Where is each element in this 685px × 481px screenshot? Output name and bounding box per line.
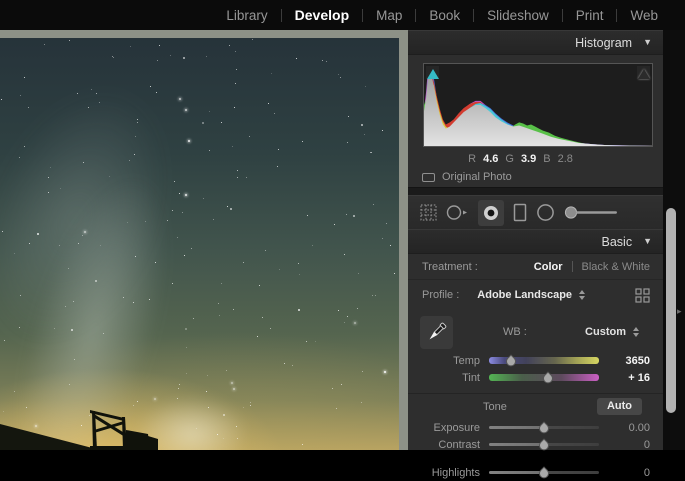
photo-frame-icon xyxy=(422,173,435,182)
highlight-clipping-triangle-icon xyxy=(638,69,650,79)
contrast-value[interactable]: 0 xyxy=(608,439,650,451)
exposure-slider-track[interactable] xyxy=(489,426,599,429)
original-photo-row[interactable]: Original Photo xyxy=(408,167,663,187)
collapse-triangle-icon[interactable]: ▼ xyxy=(643,38,652,47)
night-sky-photo[interactable] xyxy=(0,38,399,450)
temp-slider-row: Temp 3650 xyxy=(408,352,663,369)
histogram-graph[interactable] xyxy=(423,63,653,147)
red-eye-tool-icon[interactable] xyxy=(478,200,504,226)
b-value: 2.8 xyxy=(558,153,573,165)
contrast-slider-row: Contrast 0 xyxy=(408,436,663,453)
profile-label: Profile : xyxy=(422,289,459,301)
temp-value[interactable]: 3650 xyxy=(608,355,650,367)
tone-label: Tone xyxy=(483,401,507,413)
highlights-label[interactable]: Highlights xyxy=(424,467,480,479)
r-label: R xyxy=(468,153,476,165)
panel-scrollbar: ▸ xyxy=(663,30,685,450)
radial-filter-tool-icon[interactable] xyxy=(536,203,555,222)
wb-eyedropper-button[interactable] xyxy=(420,316,453,349)
spot-removal-tool-icon[interactable] xyxy=(446,204,469,221)
nav-slideshow[interactable]: Slideshow xyxy=(474,8,562,23)
nav-web[interactable]: Web xyxy=(617,8,671,23)
nav-develop[interactable]: Develop xyxy=(282,7,362,23)
tint-slider-track[interactable] xyxy=(489,374,599,381)
highlight-clipping-indicator[interactable] xyxy=(637,66,650,79)
tint-slider-knob[interactable] xyxy=(541,371,555,385)
basic-panel-header[interactable]: Basic ▼ xyxy=(408,229,663,254)
exposure-slider-row: Exposure 0.00 xyxy=(408,419,663,436)
tone-section-header: Tone Auto xyxy=(408,393,663,419)
scrollbar-thumb[interactable] xyxy=(666,208,676,413)
popup-caret-icon[interactable] xyxy=(633,327,639,337)
rgb-readout: R 4.6 G 3.9 B 2.8 xyxy=(408,150,633,167)
popup-caret-icon[interactable] xyxy=(579,290,585,300)
highlights-slider-row: Highlights 0 xyxy=(408,464,663,481)
highlights-slider-knob[interactable] xyxy=(537,466,551,480)
adjustment-brush-tool-icon[interactable] xyxy=(564,205,619,220)
nav-book[interactable]: Book xyxy=(416,8,473,23)
profile-browser-grid-icon[interactable] xyxy=(635,288,650,303)
develop-right-panel: Histogram ▼ R 4.6 G 3.9 B 2.8 xyxy=(408,30,663,450)
histogram-panel-header[interactable]: Histogram ▼ xyxy=(408,30,663,55)
tint-slider-row: Tint + 16 xyxy=(408,369,663,386)
collapse-triangle-icon[interactable]: ▼ xyxy=(643,237,652,246)
wb-label: WB : xyxy=(503,326,527,338)
g-label: G xyxy=(505,153,514,165)
profile-value-dropdown[interactable]: Adobe Landscape xyxy=(477,289,572,301)
shadow-clipping-triangle-icon xyxy=(427,69,439,79)
exposure-value[interactable]: 0.00 xyxy=(608,422,650,434)
treatment-row: Treatment : Color Black & White xyxy=(408,254,663,280)
tint-value[interactable]: + 16 xyxy=(608,372,650,384)
nav-print[interactable]: Print xyxy=(563,8,617,23)
highlights-value[interactable]: 0 xyxy=(608,467,650,479)
temp-slider-track[interactable] xyxy=(489,357,599,364)
shadow-clipping-indicator[interactable] xyxy=(426,66,439,79)
basic-title: Basic xyxy=(602,235,633,249)
nav-library[interactable]: Library xyxy=(213,8,280,23)
treatment-color-option[interactable]: Color xyxy=(534,261,563,273)
tint-label[interactable]: Tint xyxy=(424,372,480,384)
ruined-tower-silhouette xyxy=(78,408,166,450)
auto-tone-button[interactable]: Auto xyxy=(597,398,642,415)
temp-slider-knob[interactable] xyxy=(504,354,518,368)
histogram-chart xyxy=(424,64,652,146)
panel-divider xyxy=(408,187,663,196)
white-balance-row: WB : Custom xyxy=(408,312,663,352)
photo-preview-frame xyxy=(0,30,408,450)
graduated-filter-tool-icon[interactable] xyxy=(513,203,527,222)
eyedropper-icon xyxy=(424,319,450,345)
module-picker: Library Develop Map Book Slideshow Print… xyxy=(0,0,685,30)
original-photo-label: Original Photo xyxy=(442,171,512,183)
crop-tool-icon[interactable] xyxy=(420,204,437,221)
exposure-label[interactable]: Exposure xyxy=(424,422,480,434)
tool-strip xyxy=(408,196,663,229)
highlights-slider-track[interactable] xyxy=(489,471,599,474)
histogram-title: Histogram xyxy=(575,36,632,50)
profile-row: Profile : Adobe Landscape xyxy=(408,280,663,310)
b-label: B xyxy=(543,153,550,165)
treatment-separator xyxy=(572,261,573,272)
r-value: 4.6 xyxy=(483,153,498,165)
panel-collapse-arrow-icon[interactable]: ▸ xyxy=(677,306,682,317)
wb-value-dropdown[interactable]: Custom xyxy=(585,326,626,338)
g-value: 3.9 xyxy=(521,153,536,165)
temp-label[interactable]: Temp xyxy=(424,355,480,367)
nav-map[interactable]: Map xyxy=(363,8,415,23)
contrast-label[interactable]: Contrast xyxy=(424,439,480,451)
treatment-label: Treatment : xyxy=(422,261,478,273)
treatment-bw-option[interactable]: Black & White xyxy=(582,261,650,273)
contrast-slider-track[interactable] xyxy=(489,443,599,446)
exposure-slider-knob[interactable] xyxy=(537,421,551,435)
